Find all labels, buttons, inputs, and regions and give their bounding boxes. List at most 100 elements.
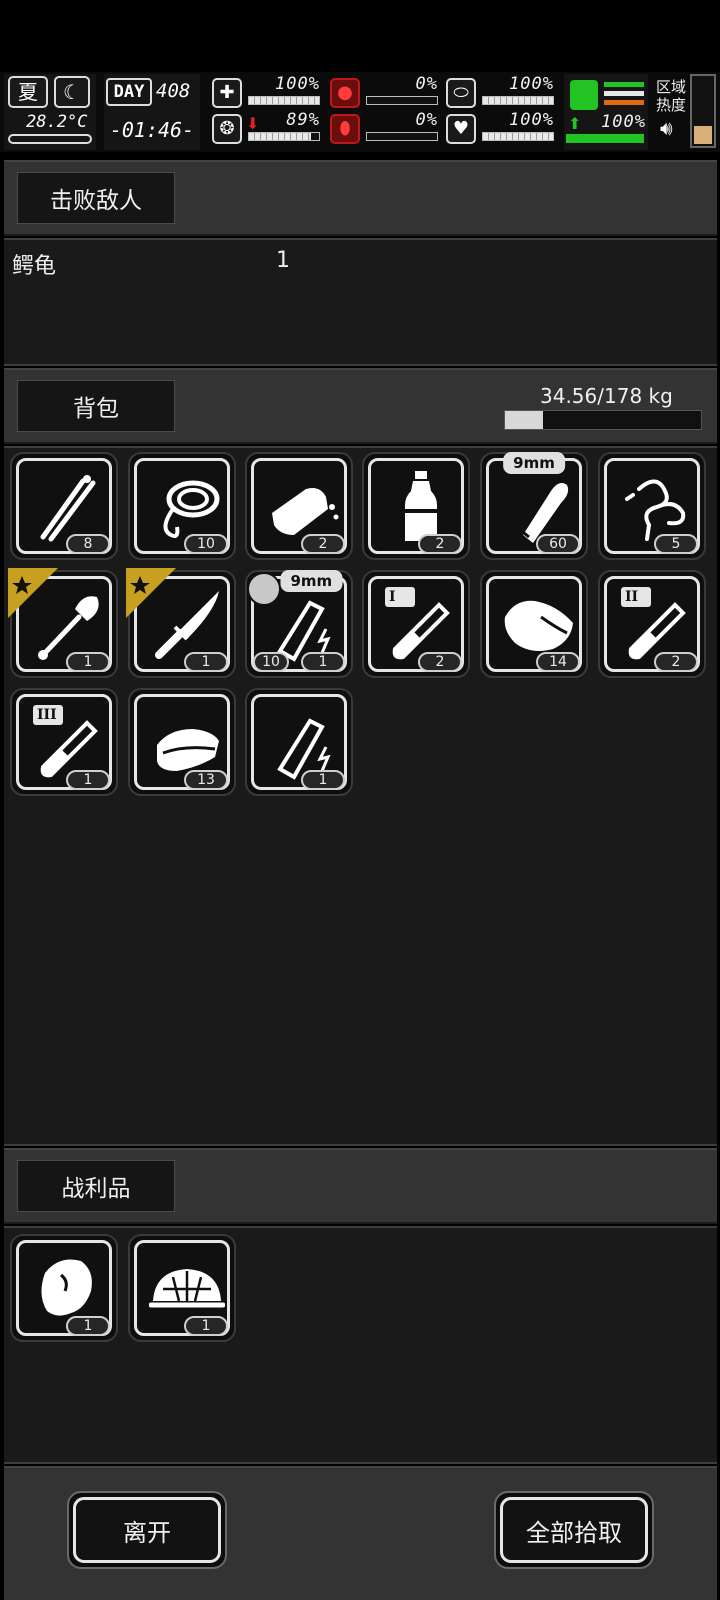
item-count: 10 — [184, 534, 228, 554]
loot-tab[interactable]: 战利品 — [17, 1160, 175, 1212]
item-slot-cloth[interactable]: 13 — [128, 688, 236, 796]
day-counter: 408 — [156, 80, 191, 102]
item-count: 2 — [418, 534, 462, 554]
item-count: 14 — [536, 652, 580, 672]
loot-header: 战利品 — [4, 1148, 717, 1224]
season-badge: 夏 — [8, 76, 48, 108]
caliber-tag: 9mm — [503, 452, 565, 474]
defeated-enemies-header: 击败敌人 — [4, 160, 717, 236]
load-bar-white — [604, 91, 644, 96]
item-slot-cord[interactable]: 5 — [598, 452, 706, 560]
brain-icon: ❂ — [212, 114, 242, 144]
loot-slot-turtle-shell[interactable]: 1 — [128, 1234, 236, 1342]
backpack-tab[interactable]: 背包 — [17, 380, 175, 432]
backpack-grid: 8 10 2 2 9mm 60 5 1 1 9mm 10 1 I 2 14 II… — [4, 446, 717, 1146]
loot-slot-meat[interactable]: 1 — [10, 1234, 118, 1342]
item-slot-knife[interactable]: 1 — [126, 568, 236, 678]
enemy-count: 1 — [276, 248, 290, 273]
speaker-icon[interactable]: 🔊︎ — [660, 116, 673, 140]
energy-percent: 100% — [509, 74, 554, 94]
health-bar — [248, 96, 320, 105]
stamina-percent: 100% — [509, 110, 554, 130]
health-bar-fill — [249, 97, 319, 104]
mood-percent: 89% — [286, 110, 320, 130]
clock-readout: -01:46- — [109, 118, 195, 142]
item-slot-water-bottle[interactable]: 2 — [362, 452, 470, 560]
caliber-tag: 9mm — [280, 570, 343, 592]
item-slot-9mm-ammo[interactable]: 9mm 60 — [480, 452, 588, 560]
load-bar-green — [604, 82, 644, 87]
item-slot-rope[interactable]: 10 — [128, 452, 236, 560]
stamina-bar-fill — [483, 133, 553, 140]
item-count: 1 — [301, 652, 345, 672]
mood-bar — [248, 132, 320, 141]
enemy-row: 鳄龟 1 — [8, 248, 408, 279]
move-speed-percent: 100% — [601, 112, 646, 132]
day-label: DAY — [106, 78, 152, 106]
area-heat-fill — [694, 126, 712, 144]
tier-tag: II — [621, 587, 651, 607]
item-slot-raw-meat[interactable]: 14 — [480, 570, 588, 678]
backpack-weight-bar — [504, 410, 702, 430]
temperature-readout: 28.2°C — [26, 112, 88, 132]
defeated-enemies-list: 鳄龟 1 — [4, 238, 717, 366]
day-time-panel: DAY 408 -01:46- — [104, 74, 200, 150]
item-count: 1 — [301, 770, 345, 790]
item-slot-shovel[interactable]: 1 — [8, 568, 118, 678]
hunger-bar — [366, 96, 438, 105]
item-slot-test-tube-3[interactable]: III 1 — [10, 688, 118, 796]
thermometer-icon — [8, 134, 92, 144]
star-badge-icon — [8, 568, 58, 618]
item-slot-pistol-magazine[interactable]: 9mm 10 1 — [245, 570, 353, 678]
area-heat-label: 区域 热度 — [656, 78, 686, 114]
backpack-weight: 34.56/178 kg — [540, 384, 673, 408]
item-slot-test-tube-2[interactable]: II 2 — [598, 570, 706, 678]
item-count: 1 — [66, 652, 110, 672]
movement-panel: ⬆ 100% — [564, 74, 648, 150]
loaded-rounds: 10 — [253, 652, 289, 672]
area-heat-meter — [690, 74, 716, 148]
boot-icon — [570, 80, 598, 110]
backpack-header: 背包 34.56/178 kg — [4, 368, 717, 444]
item-count: 2 — [654, 652, 698, 672]
item-count: 2 — [301, 534, 345, 554]
tier-tag: I — [385, 587, 415, 607]
backpack-weight-fill — [505, 411, 544, 429]
stomach-icon: ● — [330, 78, 360, 108]
item-slot-bread[interactable]: 2 — [245, 452, 353, 560]
season-label: 夏 — [18, 80, 38, 104]
enemy-name: 鳄龟 — [12, 254, 57, 279]
item-count: 1 — [66, 1316, 110, 1336]
item-count: 60 — [536, 534, 580, 554]
medkit-icon: ✚ — [212, 78, 242, 108]
move-speed-bar-fill — [567, 135, 643, 142]
ammo-type-icon — [247, 572, 281, 606]
tier-tag: III — [33, 705, 63, 725]
blood-drop-icon: ⬮ — [330, 114, 360, 144]
pick-all-button-frame: 全部拾取 — [494, 1491, 654, 1569]
star-badge-icon — [126, 568, 176, 618]
pick-all-button[interactable]: 全部拾取 — [500, 1497, 648, 1563]
area-heat-line1: 区域 — [656, 78, 687, 96]
status-hud: 夏 ☾ 28.2°C DAY 408 -01:46- ✚ 100% ❂ ⬇ 89… — [0, 72, 720, 152]
bleeding-bar — [366, 132, 438, 141]
area-heat-line2: 热度 — [656, 96, 687, 114]
item-count: 2 — [418, 652, 462, 672]
mood-bar-fill — [249, 133, 312, 140]
moon-icon: ☾ — [54, 76, 90, 108]
item-count: 1 — [184, 652, 228, 672]
defeated-enemies-tab[interactable]: 击败敌人 — [17, 172, 175, 224]
item-count: 5 — [654, 534, 698, 554]
load-bar-orange — [604, 100, 644, 105]
leave-button[interactable]: 离开 — [73, 1497, 221, 1563]
energy-bar-fill — [483, 97, 553, 104]
item-slot-magazine[interactable]: 1 — [245, 688, 353, 796]
leave-button-frame: 离开 — [67, 1491, 227, 1569]
item-count: 13 — [184, 770, 228, 790]
item-slot-test-tube-1[interactable]: I 2 — [362, 570, 470, 678]
item-slot-tweezers[interactable]: 8 — [10, 452, 118, 560]
load-level-bars — [604, 82, 644, 105]
weather-panel: 夏 ☾ 28.2°C — [4, 74, 96, 150]
item-count: 1 — [66, 770, 110, 790]
stamina-bar — [482, 132, 554, 141]
